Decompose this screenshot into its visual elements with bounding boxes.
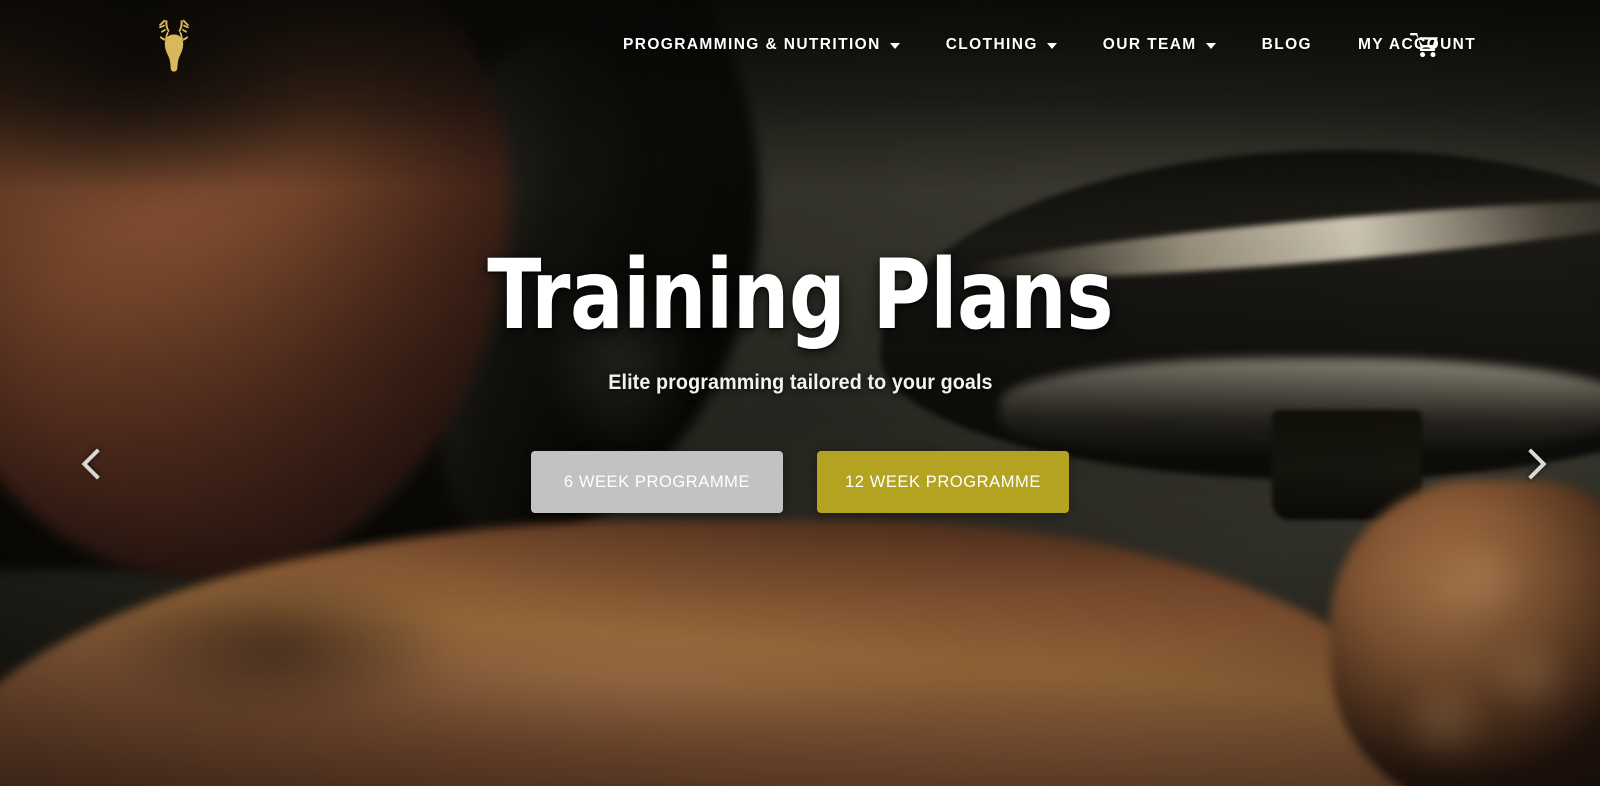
shopping-cart-icon[interactable] [1406,28,1444,62]
nav-item-programming-nutrition[interactable]: PROGRAMMING & NUTRITION [600,36,923,54]
nav-item-label: CLOTHING [945,36,1038,53]
nav-item-our-team[interactable]: OUR TEAM [1080,36,1239,54]
hero-cta-group: 6 WEEK PROGRAMME 12 WEEK PROGRAMME [531,451,1069,513]
chevron-down-icon [889,43,900,49]
deer-head-logo[interactable] [152,14,196,76]
chevron-down-icon [1046,43,1057,49]
nav-item-label: PROGRAMMING & NUTRITION [623,36,881,53]
nav-item-label: BLOG [1261,36,1312,53]
chevron-left-icon[interactable] [68,438,120,490]
nav-item-label: OUR TEAM [1102,36,1197,53]
nav-item-blog[interactable]: BLOG [1239,36,1335,54]
main-navigation: PROGRAMMING & NUTRITION CLOTHING OUR TEA… [600,0,1499,90]
chevron-right-glyph [1515,448,1547,480]
hero-section: Training Plans Elite programming tailore… [0,0,1600,786]
six-week-programme-button[interactable]: 6 WEEK PROGRAMME [531,451,783,513]
hero-subtitle: Elite programming tailored to your goals [607,371,993,394]
twelve-week-programme-button[interactable]: 12 WEEK PROGRAMME [817,451,1069,513]
chevron-right-icon[interactable] [1508,438,1560,490]
chevron-down-icon [1205,43,1216,49]
site-header: PROGRAMMING & NUTRITION CLOTHING OUR TEA… [0,0,1600,90]
page-root: PROGRAMMING & NUTRITION CLOTHING OUR TEA… [0,0,1600,786]
nav-item-clothing[interactable]: CLOTHING [923,36,1080,54]
page-title: Training Plans [487,239,1113,351]
chevron-left-glyph [81,448,113,480]
